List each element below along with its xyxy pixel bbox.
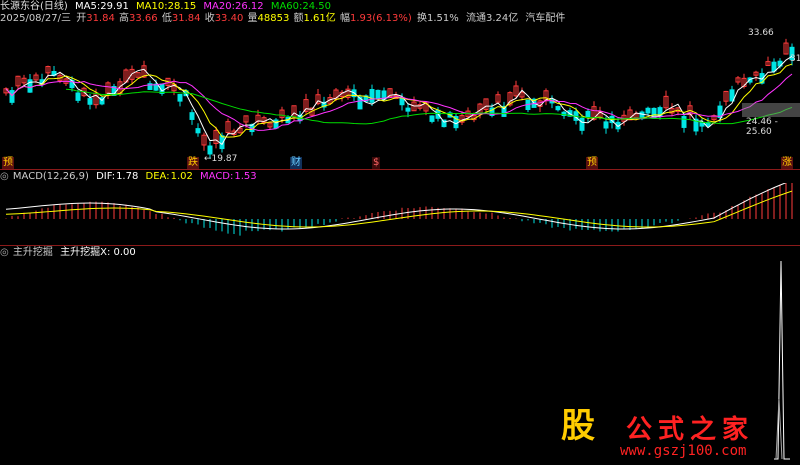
candle — [441, 119, 447, 128]
event-badge[interactable]: $ — [372, 157, 381, 169]
ma10-value: 28.15 — [167, 1, 197, 12]
ma20-value: 26.12 — [234, 1, 264, 12]
event-badge[interactable]: 跌 — [187, 157, 199, 169]
candle — [585, 110, 591, 119]
low-price-label: ←19.87 — [204, 154, 238, 164]
float-value: 3.24亿 — [485, 13, 519, 24]
candle — [555, 106, 561, 111]
header-bar: 长源东谷(日线) MA5:29.91 MA10:28.15 MA20:26.12… — [0, 1, 335, 13]
dea-value: 1.02 — [170, 171, 193, 182]
open-label: 开 — [76, 13, 87, 24]
close-label: 收 — [204, 13, 215, 24]
pane-toggle-icon[interactable]: ◎ — [0, 247, 9, 258]
event-badge[interactable]: 预 — [586, 157, 598, 169]
candle — [375, 89, 381, 99]
high-value: 33.66 — [129, 13, 158, 24]
watermark-title: 公式之家 — [626, 415, 755, 445]
dif-line — [5, 183, 787, 230]
ma20-label: MA20: — [203, 1, 235, 12]
turnover-value: 1.51% — [427, 13, 459, 24]
candle — [579, 117, 585, 131]
pane-separator[interactable] — [0, 169, 800, 170]
macd-label: MACD: — [200, 171, 234, 182]
dif-value: 1.78 — [116, 171, 139, 182]
candle — [177, 94, 183, 102]
vol-value: 48853 — [257, 13, 290, 24]
pane-separator[interactable] — [0, 245, 800, 246]
ma5-value: 29.91 — [100, 1, 129, 12]
event-badge[interactable]: 预 — [2, 157, 14, 169]
close-value: 33.40 — [214, 13, 244, 24]
high-price-label: 33.66 — [748, 28, 774, 38]
ma60-label: MA60: — [270, 1, 303, 12]
candle — [405, 107, 411, 112]
event-badge[interactable]: 涨 — [781, 157, 793, 169]
candle — [189, 112, 195, 120]
ma5-label: MA5: — [75, 1, 101, 12]
quote-date: 2025/08/27/三 — [0, 13, 72, 24]
change-label: 幅 — [339, 13, 350, 24]
quote-bar: 2025/08/27/三 开31.84 高33.66 低31.84 收33.40… — [0, 13, 569, 25]
float-label: 流通 — [465, 13, 486, 24]
candle — [369, 89, 375, 103]
macd-chart[interactable] — [0, 183, 800, 245]
ma10-label: MA10: — [136, 1, 168, 12]
watermark: 股 公式之家 www.gszj100.com — [548, 403, 788, 461]
watermark-logo: 股 — [561, 406, 595, 446]
stock-title[interactable]: 长源东谷(日线) — [0, 1, 68, 12]
pane-toggle-icon[interactable]: ◎ — [0, 171, 9, 182]
turnover-label: 换 — [417, 13, 427, 24]
indicator-header: ◎ 主升挖掘 主升挖掘X: 0.00 — [0, 247, 140, 259]
open-value: 31.84 — [86, 13, 115, 24]
candle — [87, 98, 93, 105]
price-band — [742, 103, 800, 117]
candle — [207, 145, 213, 155]
right-edge-price: 31 — [790, 54, 800, 64]
candle — [645, 107, 651, 114]
candle — [603, 121, 609, 129]
candle — [9, 90, 15, 103]
amount-value: 1.61亿 — [303, 13, 336, 24]
macd-value: 1.53 — [234, 171, 257, 182]
change-value: 1.93(6.13%) — [349, 13, 412, 24]
candle — [681, 116, 687, 128]
macd-title[interactable]: MACD(12,26,9) — [13, 171, 89, 182]
candle — [75, 92, 81, 101]
low-value: 31.84 — [171, 13, 201, 24]
industry[interactable]: 汽车配件 — [525, 13, 565, 24]
indicator-value: 主升挖掘X: 0.00 — [60, 247, 136, 258]
candle — [27, 79, 33, 93]
watermark-url: www.gszj100.com — [620, 443, 747, 459]
low-label: 低 — [161, 13, 172, 24]
indicator-title[interactable]: 主升挖掘 — [13, 247, 53, 258]
macd-header: ◎ MACD(12,26,9) DIF:1.78 DEA:1.02 MACD:1… — [0, 171, 261, 183]
candlestick-chart[interactable] — [0, 25, 800, 170]
price-range-label: 24.46 - 25.60 — [746, 117, 778, 137]
candle — [771, 61, 777, 72]
dea-label: DEA: — [145, 171, 170, 182]
high-label: 高 — [119, 13, 130, 24]
dif-label: DIF: — [96, 171, 116, 182]
ma5-line — [5, 55, 793, 146]
candle — [195, 128, 201, 134]
ma60-value: 24.50 — [302, 1, 332, 12]
vol-label: 量 — [247, 13, 258, 24]
event-badge[interactable]: 财 — [290, 157, 302, 169]
dea-line — [5, 190, 793, 228]
amount-label: 额 — [293, 13, 304, 24]
candle — [429, 115, 435, 122]
